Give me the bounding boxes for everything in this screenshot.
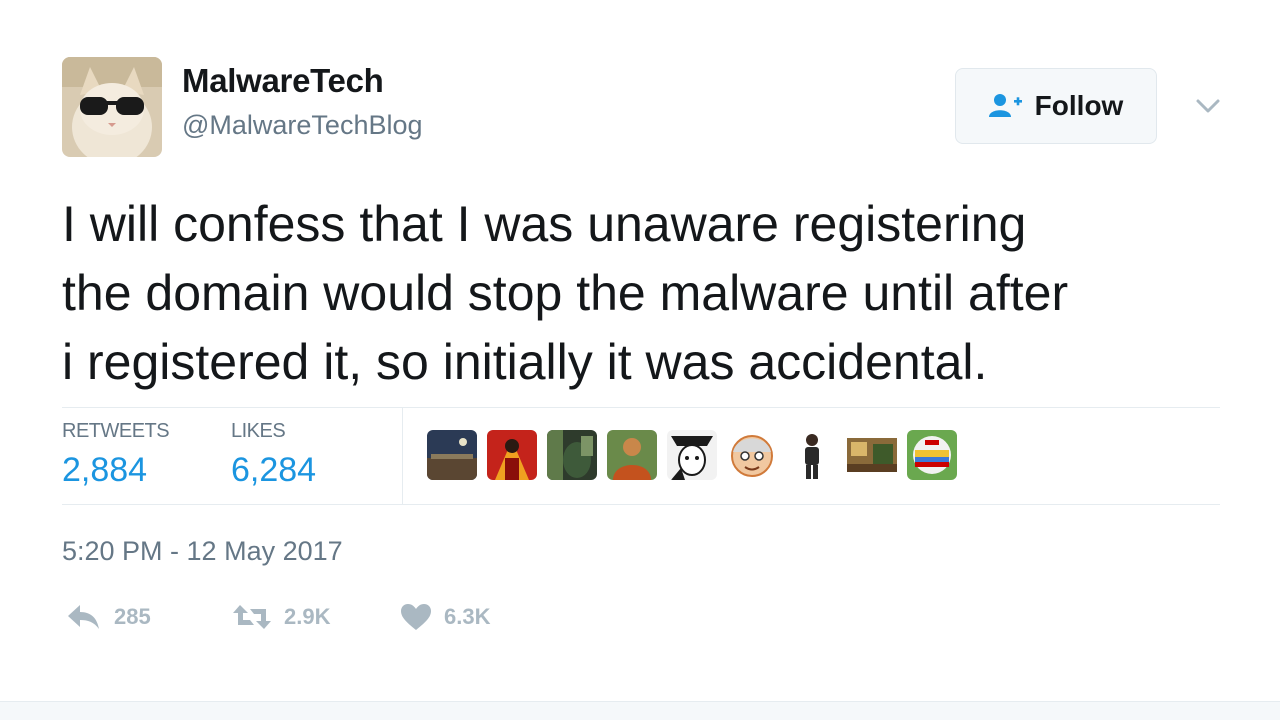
reply-button[interactable]: 285 xyxy=(66,603,151,631)
heart-icon xyxy=(401,604,431,630)
tweet-timestamp[interactable]: 5:20 PM - 12 May 2017 xyxy=(62,536,343,567)
retweets-stat[interactable]: RETWEETS 2,884 xyxy=(62,420,170,490)
screen-name[interactable]: @MalwareTechBlog xyxy=(182,110,423,141)
liker-avatar-sketch-face-icon xyxy=(667,430,717,480)
tweet-text-line: I will confess that I was unaware regist… xyxy=(62,196,1027,252)
liker-avatar[interactable] xyxy=(547,430,597,480)
reply-count: 285 xyxy=(114,604,151,629)
liker-avatar[interactable] xyxy=(907,430,957,480)
liker-avatar-badge-icon xyxy=(907,430,957,480)
like-button[interactable]: 6.3K xyxy=(400,603,490,631)
liker-avatar[interactable] xyxy=(487,430,537,480)
follow-button[interactable]: Follow xyxy=(955,68,1157,144)
liker-avatar[interactable] xyxy=(667,430,717,480)
tweet-text: I will confess that I was unaware regist… xyxy=(62,190,1232,397)
likers-avatars xyxy=(427,430,957,480)
liker-avatar[interactable] xyxy=(727,430,777,480)
likes-stat[interactable]: LIKES 6,284 xyxy=(231,420,316,490)
retweets-count: 2,884 xyxy=(62,451,148,489)
retweet-icon xyxy=(233,605,271,629)
avatar-cat-sunglasses-icon xyxy=(62,57,162,157)
liker-avatar-person-orange-icon xyxy=(607,430,657,480)
retweets-label: RETWEETS xyxy=(62,420,170,442)
likes-label: LIKES xyxy=(231,420,286,442)
display-name[interactable]: MalwareTech xyxy=(182,62,384,100)
chevron-down-icon xyxy=(1196,99,1220,113)
user-avatar[interactable] xyxy=(62,57,162,157)
divider xyxy=(62,407,1220,408)
liker-avatar-green-dark-icon xyxy=(547,430,597,480)
stats-separator xyxy=(402,407,403,504)
reply-icon xyxy=(68,605,99,629)
liker-avatar[interactable] xyxy=(607,430,657,480)
tweet-text-line: i registered it, so initially it was acc… xyxy=(62,334,988,390)
more-options-button[interactable] xyxy=(1194,92,1222,120)
retweet-button[interactable]: 2.9K xyxy=(232,603,330,631)
tweet-text-line: the domain would stop the malware until … xyxy=(62,265,1069,321)
likes-count: 6,284 xyxy=(231,451,317,489)
divider xyxy=(62,504,1220,505)
liker-avatar-cartoon-face-icon xyxy=(727,430,777,480)
like-count: 6.3K xyxy=(444,604,491,629)
footer-strip xyxy=(0,701,1280,720)
tweet-card: MalwareTech @MalwareTechBlog Follow I wi… xyxy=(0,0,1280,720)
liker-avatar-standing-person-icon xyxy=(787,430,837,480)
liker-avatar[interactable] xyxy=(787,430,837,480)
retweet-count: 2.9K xyxy=(284,604,331,629)
liker-avatar-room-scene-icon xyxy=(847,430,897,480)
liker-avatar[interactable] xyxy=(847,430,897,480)
liker-avatar-red-figure-icon xyxy=(487,430,537,480)
follow-label: Follow xyxy=(1034,90,1124,121)
liker-avatar-night-sky-icon xyxy=(427,430,477,480)
liker-avatar[interactable] xyxy=(427,430,477,480)
add-user-icon xyxy=(988,94,1022,117)
